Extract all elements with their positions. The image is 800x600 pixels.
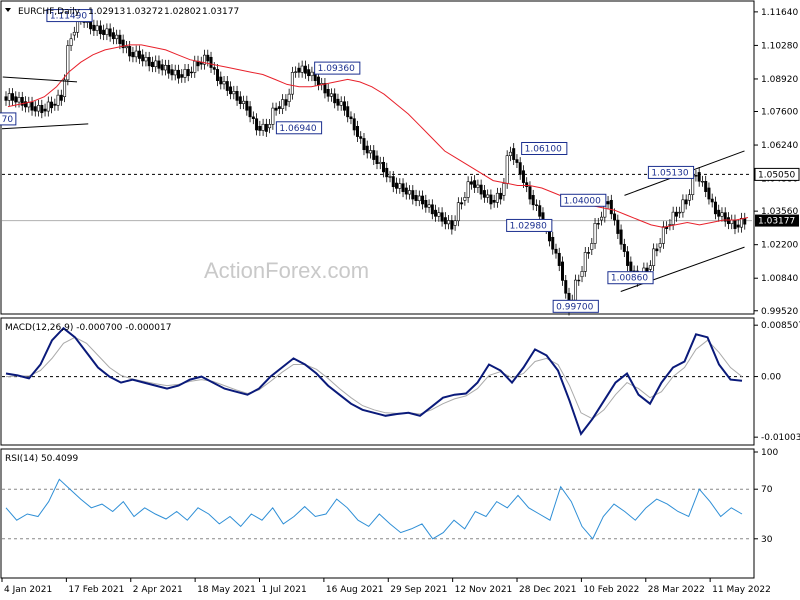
price-label-box: 1.06940 bbox=[275, 121, 323, 135]
price-label: 0.99700 bbox=[556, 302, 593, 312]
price-tick-label: 1.00840 bbox=[761, 274, 798, 284]
price-tick-label: 1.06240 bbox=[761, 141, 798, 151]
watermark: ActionForex.com bbox=[204, 258, 369, 283]
x-tick-label: 16 Aug 2021 bbox=[326, 585, 384, 595]
ohlc-high: 1.03272 bbox=[126, 7, 163, 17]
price-label: 1.06100 bbox=[525, 144, 562, 154]
current-price-label: 1.03177 bbox=[758, 217, 795, 227]
x-tick-label: 2 Apr 2021 bbox=[133, 585, 183, 595]
rsi-tick-label: 70 bbox=[761, 485, 773, 495]
price-tick-label: 1.08920 bbox=[761, 75, 798, 85]
price-label: 70 bbox=[2, 115, 14, 125]
price-label-box: 1.04000 bbox=[560, 193, 607, 207]
rsi-tick-label: 30 bbox=[761, 535, 773, 545]
price-tick-label: 1.10280 bbox=[761, 41, 798, 51]
macd-header: MACD(12,26,9) -0.000700 -0.000017 bbox=[5, 323, 171, 333]
x-tick-label: 17 Feb 2021 bbox=[68, 585, 124, 595]
price-label-box: 1.09360 bbox=[314, 61, 361, 75]
price-label-box: 1.02980 bbox=[506, 218, 553, 232]
price-tick-label: 1.02200 bbox=[761, 241, 798, 251]
price-label-box: 70 bbox=[0, 112, 17, 126]
ohlc-low: 1.02802 bbox=[164, 7, 201, 17]
x-tick-label: 12 Nov 2021 bbox=[455, 585, 513, 595]
rsi-tick-label: 100 bbox=[761, 448, 778, 458]
x-tick-label: 28 Mar 2022 bbox=[648, 585, 705, 595]
hline-tag-label: 1.05050 bbox=[758, 170, 795, 180]
price-label: 1.06940 bbox=[279, 124, 316, 134]
ohlc-close: 1.03177 bbox=[202, 7, 239, 17]
price-header: EURCHF,Daily 1.02913 1.03272 1.02802 1.0… bbox=[5, 7, 239, 17]
price-label-box: 0.99700 bbox=[552, 299, 599, 313]
macd-tick-label: 0.008507 bbox=[761, 321, 800, 331]
price-label: 1.09360 bbox=[318, 64, 355, 74]
ohlc-open: 1.02913 bbox=[88, 7, 125, 17]
x-tick-label: 29 Sep 2021 bbox=[390, 585, 447, 595]
price-label: 1.05130 bbox=[651, 168, 688, 178]
price-label: 1.04000 bbox=[564, 196, 601, 206]
price-label-box: 1.00860 bbox=[607, 271, 654, 285]
chart-canvas: ActionForex.com 1.114901.093601.069401.0… bbox=[0, 0, 800, 595]
price-tick-label: 1.11640 bbox=[761, 8, 798, 18]
price-tick-label: 0.99520 bbox=[761, 307, 798, 317]
macd-tick-label: -0.010034 bbox=[761, 433, 800, 443]
x-tick-label: 11 May 2022 bbox=[712, 585, 771, 595]
rsi-header: RSI(14) 50.4099 bbox=[5, 454, 78, 464]
x-tick-label: 4 Jan 2021 bbox=[4, 585, 52, 595]
x-tick-label: 18 May 2021 bbox=[197, 585, 256, 595]
x-tick-label: 10 Feb 2022 bbox=[583, 585, 639, 595]
price-label-box: 1.06100 bbox=[521, 141, 568, 155]
macd-tick-label: 0.00 bbox=[761, 373, 781, 383]
x-tick-label: 28 Dec 2021 bbox=[519, 585, 577, 595]
x-tick-label: 1 Jul 2021 bbox=[262, 585, 307, 595]
candle bbox=[66, 40, 70, 86]
price-tick-label: 1.07600 bbox=[761, 108, 798, 118]
macd-panel-frame bbox=[0, 317, 755, 446]
price-label-box: 1.05130 bbox=[647, 165, 695, 179]
price-label: 1.00860 bbox=[611, 274, 648, 284]
price-label: 1.02980 bbox=[510, 221, 547, 231]
symbol-label: EURCHF,Daily bbox=[18, 7, 81, 17]
